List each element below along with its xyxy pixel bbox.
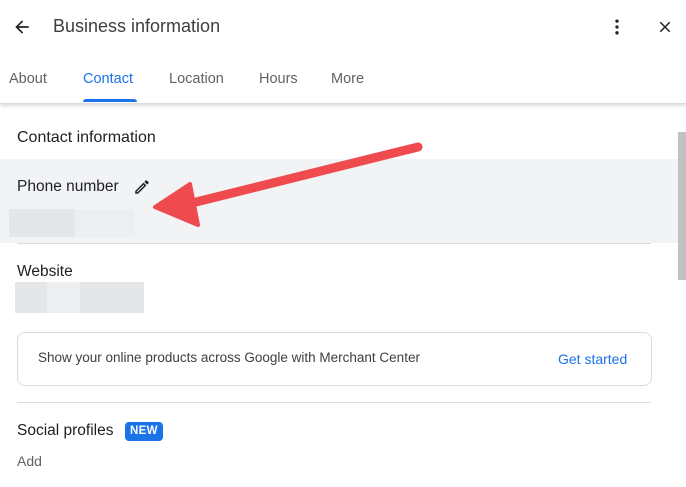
website-value-redacted — [80, 282, 144, 313]
section-title: Contact information — [17, 129, 156, 146]
add-social-profile-link[interactable]: Add — [17, 453, 42, 469]
header-bar: Business information About Contact Locat… — [0, 0, 686, 104]
active-tab-indicator — [83, 99, 137, 102]
divider — [17, 402, 651, 403]
social-profiles-label: Social profiles — [17, 422, 114, 439]
tab-location[interactable]: Location — [169, 71, 224, 87]
tab-more[interactable]: More — [331, 71, 364, 87]
website-value-redacted — [15, 282, 47, 313]
scrollbar-thumb[interactable] — [678, 132, 686, 280]
more-options-button[interactable] — [604, 13, 630, 41]
divider — [17, 243, 651, 244]
merchant-promo-text: Show your online products across Google … — [38, 350, 420, 365]
tab-contact[interactable]: Contact — [83, 71, 133, 87]
more-vert-icon — [615, 19, 619, 35]
page-title: Business information — [53, 16, 221, 36]
close-icon — [659, 21, 671, 33]
website-value-redacted — [47, 282, 80, 313]
merchant-center-card: Show your online products across Google … — [17, 332, 652, 386]
close-button[interactable] — [651, 13, 679, 41]
edit-phone-button[interactable] — [133, 178, 151, 201]
arrow-left-icon — [15, 20, 29, 34]
new-badge: NEW — [125, 422, 163, 441]
tab-about[interactable]: About — [9, 71, 47, 87]
get-started-link[interactable]: Get started — [558, 351, 627, 367]
tab-hours[interactable]: Hours — [259, 71, 298, 87]
contact-panel: Contact information Phone number Website… — [0, 104, 686, 487]
phone-number-label: Phone number — [17, 178, 119, 195]
phone-value-redacted — [75, 209, 135, 237]
phone-value-redacted — [9, 209, 75, 237]
website-label: Website — [17, 263, 73, 280]
pencil-icon — [135, 180, 149, 194]
back-button[interactable] — [8, 13, 36, 41]
